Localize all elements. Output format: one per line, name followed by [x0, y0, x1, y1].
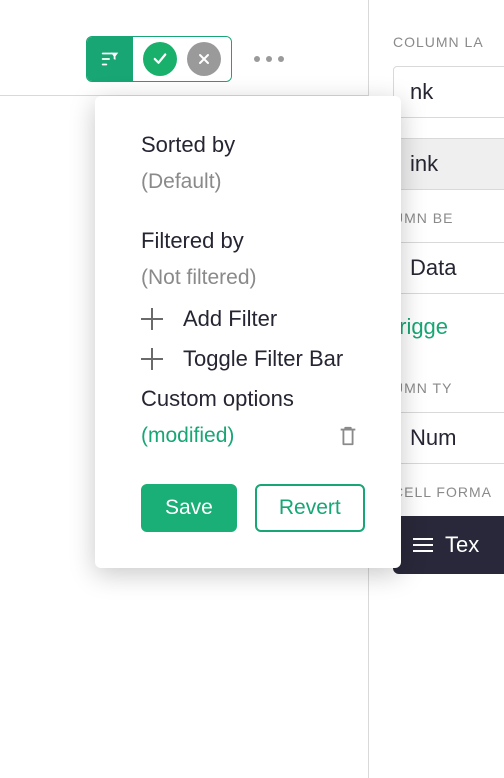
save-button[interactable]: Save	[141, 484, 237, 532]
custom-options-status: (modified)	[141, 424, 234, 448]
revert-button[interactable]: Revert	[255, 484, 365, 532]
sorted-by-value[interactable]: (Default)	[141, 170, 359, 194]
delete-custom-options-button[interactable]	[337, 424, 359, 448]
column-type-field[interactable]: Num	[393, 412, 504, 464]
sorted-by-title: Sorted by	[141, 132, 359, 158]
cell-format-label: Tex	[445, 532, 479, 558]
trash-icon	[337, 424, 359, 448]
confirm-button[interactable]	[143, 42, 177, 76]
filtered-by-title: Filtered by	[141, 228, 359, 254]
plus-icon	[141, 348, 163, 370]
column-label-heading: COLUMN LA	[369, 34, 504, 50]
column-label-field-2[interactable]: ink	[393, 138, 504, 190]
cancel-button[interactable]	[187, 42, 221, 76]
x-icon	[196, 51, 212, 67]
add-filter-label: Add Filter	[183, 306, 277, 332]
column-label-field-1[interactable]: nk	[393, 66, 504, 118]
filter-toggle-button[interactable]	[87, 36, 133, 82]
toggle-filter-bar-button[interactable]: Toggle Filter Bar	[141, 346, 359, 372]
check-icon	[151, 50, 169, 68]
filter-pill-group	[86, 36, 232, 82]
more-options-button[interactable]	[254, 56, 284, 62]
ellipsis-icon	[254, 56, 260, 62]
pill-action-group	[133, 36, 231, 82]
column-behavior-field[interactable]: Data	[393, 242, 504, 294]
sort-filter-dropdown: Sorted by (Default) Filtered by (Not fil…	[95, 96, 401, 568]
custom-options-title: Custom options	[141, 386, 359, 412]
cell-format-button[interactable]: Tex	[393, 516, 504, 574]
add-filter-button[interactable]: Add Filter	[141, 306, 359, 332]
text-align-icon	[413, 538, 433, 552]
sort-filter-toolbar	[86, 36, 284, 82]
filtered-by-value: (Not filtered)	[141, 266, 359, 290]
plus-icon	[141, 308, 163, 330]
filter-icon	[99, 48, 121, 70]
toggle-filter-bar-label: Toggle Filter Bar	[183, 346, 343, 372]
